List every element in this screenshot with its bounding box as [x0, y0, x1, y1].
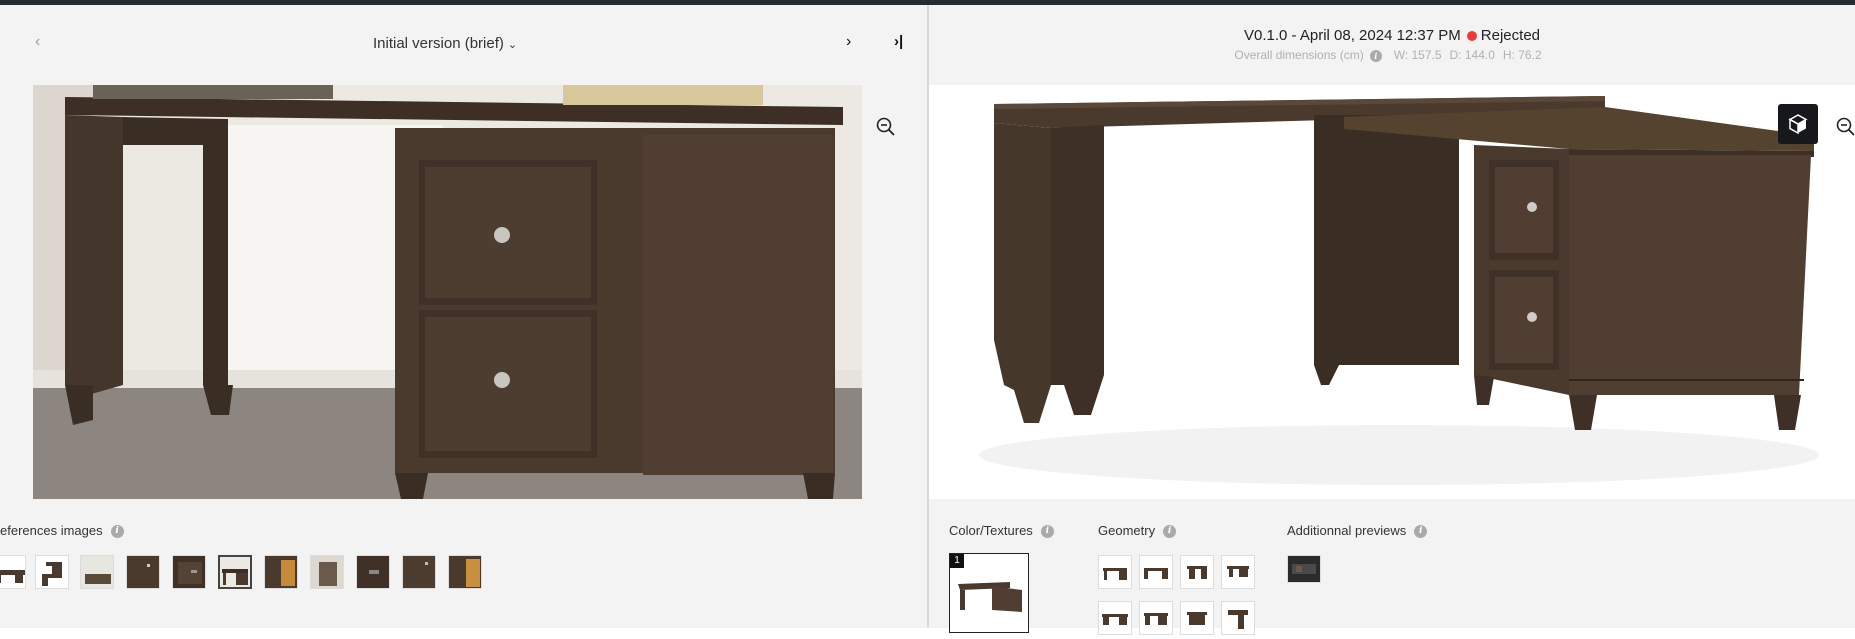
reference-thumbnail[interactable]	[172, 555, 206, 589]
version-status-line: V0.1.0 - April 08, 2024 12:37 PM Rejected	[929, 27, 1855, 44]
skip-to-last-icon[interactable]: ›|	[894, 33, 903, 50]
chevron-left-icon[interactable]: ‹	[35, 33, 40, 51]
reference-panel: ‹ Initial version (brief) ⌄ › ›| eferenc…	[0, 5, 928, 628]
chevron-down-icon: ⌄	[507, 39, 518, 51]
3d-view-button[interactable]	[1778, 104, 1818, 144]
model-version: V0.1.0 - April 08, 2024 12:37 PM	[1243, 27, 1461, 44]
info-icon[interactable]: i	[110, 525, 124, 539]
dimension-depth: D: 144.0	[1449, 48, 1495, 62]
reference-thumbnail[interactable]	[448, 555, 482, 589]
info-icon[interactable]: i	[1163, 525, 1177, 539]
reference-images-label: eferences images	[0, 523, 103, 538]
additional-preview-thumbnail[interactable]	[1287, 555, 1321, 583]
additional-previews-label: Additionnal previews	[1287, 523, 1407, 538]
color-textures-label: Color/Textures	[949, 523, 1033, 538]
geometry-thumbnail[interactable]	[1098, 555, 1132, 589]
info-icon[interactable]: i	[1369, 49, 1382, 62]
version-selector[interactable]: Initial version (brief) ⌄	[373, 35, 517, 52]
geometry-thumbnail[interactable]	[1180, 601, 1214, 635]
info-icon[interactable]: i	[1414, 525, 1428, 539]
geometry-label: Geometry	[1098, 523, 1156, 538]
dimension-height: H: 76.2	[1502, 48, 1542, 62]
geometry-heading: Geometry i	[1098, 523, 1177, 539]
reference-header: ‹ Initial version (brief) ⌄ › ›|	[0, 5, 928, 85]
zoom-out-icon[interactable]	[1836, 117, 1855, 137]
geometry-thumbnail[interactable]	[1221, 555, 1255, 589]
info-icon[interactable]: i	[1040, 525, 1054, 539]
model-header: V0.1.0 - April 08, 2024 12:37 PM Rejected…	[929, 5, 1855, 85]
3d-model-preview[interactable]	[929, 85, 1855, 499]
chevron-right-icon[interactable]: ›	[846, 33, 851, 51]
dimensions-label: Overall dimensions (cm)	[1234, 48, 1364, 62]
geometry-thumbnail[interactable]	[1139, 601, 1173, 635]
thumbnail-index-badge: 1	[950, 554, 964, 568]
additional-previews-heading: Additionnal previews i	[1287, 523, 1428, 539]
reference-thumbnail[interactable]	[0, 555, 26, 589]
model-panel: V0.1.0 - April 08, 2024 12:37 PM Rejected…	[929, 5, 1855, 635]
geometry-thumbnail[interactable]	[1098, 601, 1132, 635]
dimension-width: W: 157.5	[1393, 48, 1442, 62]
reference-thumbnail[interactable]	[35, 555, 69, 589]
geometry-thumbnail[interactable]	[1139, 555, 1173, 589]
dimensions-line: Overall dimensions (cm) i W: 157.5 D: 144.0…	[929, 48, 1855, 62]
zoom-out-icon[interactable]	[876, 117, 896, 137]
geometry-thumbnail[interactable]	[1221, 601, 1255, 635]
reference-image	[33, 85, 862, 499]
color-textures-heading: Color/Textures i	[949, 523, 1054, 539]
reference-thumbnail[interactable]	[310, 555, 344, 589]
reference-thumbnail[interactable]	[356, 555, 390, 589]
status-dot-icon	[1466, 31, 1477, 41]
version-selector-label: Initial version (brief)	[373, 35, 504, 52]
3d-cube-icon	[1788, 114, 1808, 135]
color-texture-thumbnail[interactable]: 1	[949, 553, 1029, 633]
reference-thumbnail[interactable]	[80, 555, 114, 589]
status-badge: Rejected	[1480, 27, 1540, 44]
geometry-thumbnail[interactable]	[1180, 555, 1214, 589]
reference-thumbnail-selected[interactable]	[218, 555, 252, 589]
reference-images-heading: eferences images i	[0, 523, 124, 539]
reference-thumbnail[interactable]	[402, 555, 436, 589]
reference-thumbnail[interactable]	[264, 555, 298, 589]
reference-thumbnail[interactable]	[126, 555, 160, 589]
